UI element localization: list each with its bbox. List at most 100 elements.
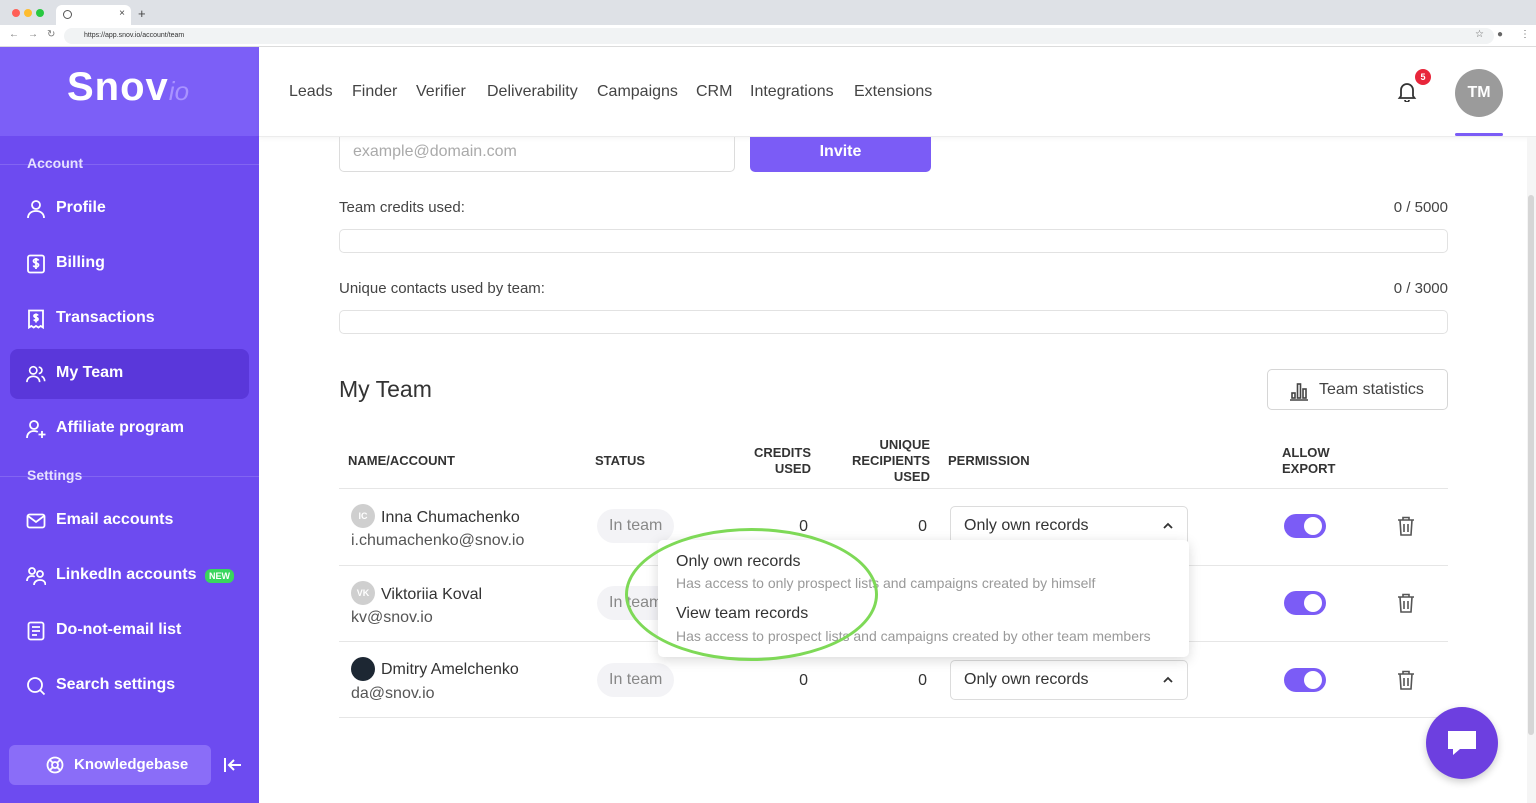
bar-chart-icon <box>1290 383 1308 401</box>
section-settings: Settings <box>27 467 83 483</box>
permission-select[interactable]: Only own records <box>950 660 1188 700</box>
avatar-active-indicator <box>1455 133 1503 136</box>
option-description: Has access to only prospect lists and ca… <box>676 575 1096 591</box>
col-allow-export: ALLOW EXPORT <box>1282 445 1336 476</box>
sidebar-item-label: LinkedIn accounts <box>56 566 197 583</box>
knowledgebase-label: Knowledgebase <box>74 756 189 773</box>
member-name: Viktoriia Koval <box>381 586 483 603</box>
back-icon[interactable]: ← <box>9 29 19 40</box>
browser-tab[interactable]: × <box>56 5 131 25</box>
nav-extensions[interactable]: Extensions <box>854 83 932 101</box>
sidebar-item-label: Search settings <box>56 676 176 693</box>
maximize-window-button[interactable] <box>36 9 44 17</box>
page-title: My Team <box>339 376 432 402</box>
avatar: IC <box>351 504 375 528</box>
address-bar: ← → ↻ https://app.snov.io/account/team ☆… <box>0 25 1536 47</box>
logo-area: Snovio <box>0 47 259 136</box>
member-email: i.chumachenko@snov.io <box>351 532 525 549</box>
unique-contacts-value: 0 / 3000 <box>1393 280 1448 297</box>
status-badge: In team <box>597 663 675 697</box>
sidebar-item-transactions[interactable]: Transactions <box>10 294 249 344</box>
chevron-up-icon <box>1163 676 1173 683</box>
user-icon <box>27 200 45 219</box>
logo-main: Snov <box>67 65 169 109</box>
col-permission: PERMISSION <box>948 453 1030 468</box>
search-icon <box>27 677 46 696</box>
sidebar-item-linkedin-accounts[interactable]: LinkedIn accounts NEW <box>10 551 249 601</box>
forward-icon[interactable]: → <box>28 29 38 40</box>
notification-badge: 5 <box>1415 69 1431 85</box>
member-email: kv@snov.io <box>351 609 433 626</box>
sidebar-item-label: Affiliate program <box>56 419 185 436</box>
team-credits-label: Team credits used: <box>339 199 465 216</box>
nav-finder[interactable]: Finder <box>352 83 397 101</box>
sidebar-item-email-accounts[interactable]: Email accounts <box>10 496 249 546</box>
option-title: Only own records <box>676 553 801 570</box>
minimize-window-button[interactable] <box>24 9 32 17</box>
new-badge: NEW <box>205 569 234 583</box>
dollar-card-icon <box>27 254 45 274</box>
nav-integrations[interactable]: Integrations <box>750 83 834 101</box>
nav-verifier[interactable]: Verifier <box>416 83 466 101</box>
bell-icon[interactable] <box>1396 80 1418 102</box>
toggle-knob <box>1304 594 1322 612</box>
option-title: View team records <box>676 605 809 622</box>
option-description: Has access to prospect lists and campaig… <box>676 628 1151 644</box>
trash-icon[interactable] <box>1397 670 1415 690</box>
sidebar-item-profile[interactable]: Profile <box>10 184 249 234</box>
unique-recipients-value: 0 <box>918 672 927 689</box>
allow-export-toggle[interactable] <box>1284 514 1326 538</box>
allow-export-toggle[interactable] <box>1284 591 1326 615</box>
trash-icon[interactable] <box>1397 593 1415 613</box>
knowledgebase-button[interactable]: Knowledgebase <box>9 745 211 785</box>
sidebar-item-do-not-email-list[interactable]: Do-not-email list <box>10 606 249 656</box>
col-status: STATUS <box>595 453 646 468</box>
permission-value: Only own records <box>964 517 1089 534</box>
sidebar-item-my-team[interactable]: My Team <box>10 349 249 399</box>
profile-icon[interactable]: ● <box>1497 29 1503 40</box>
status-badge: In team <box>597 509 675 543</box>
sidebar-item-label: Billing <box>56 254 105 271</box>
sidebar-item-affiliate-program[interactable]: Affiliate program <box>10 404 249 454</box>
chat-button[interactable] <box>1426 707 1498 779</box>
section-account: Account <box>27 155 83 171</box>
close-tab-icon[interactable]: × <box>119 8 125 19</box>
close-window-button[interactable] <box>12 9 20 17</box>
snov-logo[interactable]: Snovio <box>67 65 189 110</box>
nav-campaigns[interactable]: Campaigns <box>597 83 678 101</box>
url-field[interactable]: https://app.snov.io/account/team <box>64 28 1494 44</box>
sidebar-item-billing[interactable]: Billing <box>10 239 249 289</box>
favicon-icon <box>63 10 72 19</box>
receipt-icon <box>28 309 44 329</box>
divider <box>339 488 1448 489</box>
team-statistics-button[interactable]: Team statistics <box>1267 369 1448 410</box>
chevron-up-icon <box>1163 522 1173 529</box>
nav-deliverability[interactable]: Deliverability <box>487 83 578 101</box>
user-plus-icon <box>26 420 46 439</box>
team-statistics-label: Team statistics <box>1319 381 1424 398</box>
logo-suffix: io <box>168 76 190 106</box>
nav-crm[interactable]: CRM <box>696 83 732 101</box>
browser-menu-icon[interactable]: ⋮ <box>1520 29 1530 40</box>
sidebar-item-label: Transactions <box>56 309 155 326</box>
invite-email-input[interactable]: example@domain.com <box>339 137 735 172</box>
col-credits-used: CREDITS USED <box>753 445 811 476</box>
allow-export-toggle[interactable] <box>1284 668 1326 692</box>
browser-chrome: × + ← → ↻ https://app.snov.io/account/te… <box>0 0 1536 47</box>
nav-leads[interactable]: Leads <box>289 83 333 101</box>
bookmark-star-icon[interactable]: ☆ <box>1475 29 1484 40</box>
list-document-icon <box>27 621 45 641</box>
sidebar-item-label: My Team <box>56 364 124 381</box>
trash-icon[interactable] <box>1397 516 1415 536</box>
collapse-sidebar-icon[interactable] <box>222 755 244 775</box>
avatar[interactable]: TM <box>1455 69 1503 117</box>
scrollbar-thumb[interactable] <box>1528 195 1534 735</box>
sidebar-item-label: Profile <box>56 199 106 216</box>
lifebuoy-icon <box>46 756 64 774</box>
member-name: Dmitry Amelchenko <box>381 661 519 678</box>
reload-icon[interactable]: ↻ <box>47 29 55 40</box>
unique-contacts-progress <box>339 310 1448 334</box>
sidebar-item-search-settings[interactable]: Search settings <box>10 661 249 711</box>
invite-button[interactable]: Invite <box>750 137 931 172</box>
new-tab-icon[interactable]: + <box>138 6 146 21</box>
